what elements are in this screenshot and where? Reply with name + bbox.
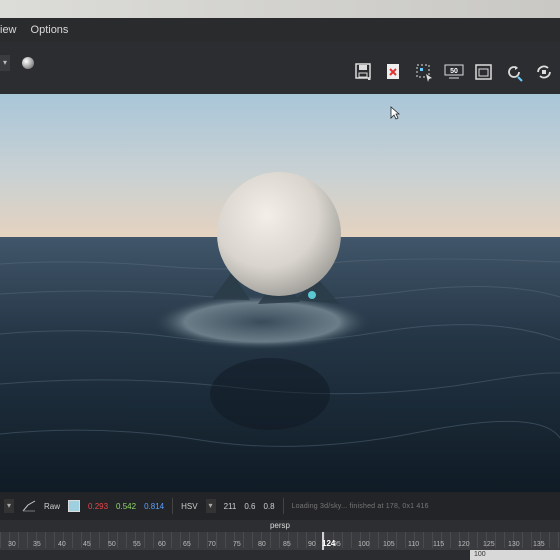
menu-options[interactable]: Options [31, 24, 69, 36]
tick-label: 115 [433, 541, 445, 548]
refresh-icon[interactable] [504, 62, 524, 82]
tick-label: 30 [8, 541, 16, 548]
camera-label: persp [0, 520, 560, 532]
end-frame-field[interactable]: 100 [470, 550, 560, 560]
status-message: Loading 3d/sky... finished at 178, 0x1 4… [291, 502, 429, 510]
tick-label: 75 [233, 541, 241, 548]
green-value: 0.542 [116, 501, 137, 511]
pixel-info-bar: ▾ Raw 0.293 0.542 0.814 HSV ▾ 211 0.6 0.… [0, 492, 560, 520]
white-sphere [217, 172, 341, 296]
ipr-icon[interactable] [534, 62, 554, 82]
time-slider[interactable]: 30 35 40 45 50 55 60 65 70 75 80 85 90 95 100 105 110 115… [0, 532, 560, 560]
render-view-toolbar: ▾ 50 [0, 42, 560, 95]
tick-label: 90 [308, 541, 316, 548]
tick-label: 100 [358, 541, 370, 548]
tick-label: 70 [208, 541, 216, 548]
color-swatch [68, 500, 81, 512]
tick-label: 125 [483, 541, 495, 548]
tick-label: 105 [383, 541, 395, 548]
svg-text:50: 50 [450, 68, 458, 75]
tick-label: 110 [408, 541, 420, 548]
tick-label: 60 [158, 541, 166, 548]
snapshot-50-icon[interactable]: 50 [444, 62, 464, 82]
tick-label: 120 [458, 541, 470, 548]
menu-view[interactable]: iew [0, 24, 17, 36]
value-value: 0.8 [263, 501, 275, 511]
tick-label: 45 [83, 541, 91, 548]
red-value: 0.293 [88, 501, 109, 511]
saturation-value: 0.6 [244, 501, 256, 511]
blue-value: 0.814 [144, 501, 165, 511]
shader-ball-icon[interactable] [22, 57, 34, 69]
status-dropdown[interactable]: ▾ [4, 499, 14, 513]
rendered-image [0, 94, 560, 492]
tick-label: 80 [258, 541, 266, 548]
tick-label: 55 [133, 541, 141, 548]
frame-icon[interactable] [474, 62, 494, 82]
menu-bar: iew Options [0, 18, 560, 42]
render-viewport[interactable] [0, 94, 560, 492]
region-render-icon[interactable] [414, 62, 434, 82]
tick-label: 130 [508, 541, 520, 548]
tick-label: 65 [183, 541, 191, 548]
tick-label: 135 [533, 541, 545, 548]
tick-label: 40 [58, 541, 66, 548]
curve-icon[interactable] [22, 500, 36, 512]
color-mode-dropdown[interactable]: ▾ [205, 499, 216, 513]
current-frame: 124 [322, 539, 336, 548]
color-mode-label[interactable]: HSV [181, 502, 197, 511]
mouse-cursor-icon [390, 106, 400, 120]
tick-label: 35 [33, 541, 41, 548]
toolbar-dropdown[interactable]: ▾ [0, 55, 10, 71]
channel-label: Raw [44, 501, 61, 511]
save-image-icon[interactable] [354, 62, 374, 82]
remove-image-icon[interactable] [384, 62, 404, 82]
tick-label: 85 [283, 541, 291, 548]
window-title-strip [0, 0, 560, 18]
tick-label: 50 [108, 541, 116, 548]
hue-value: 211 [223, 501, 237, 511]
